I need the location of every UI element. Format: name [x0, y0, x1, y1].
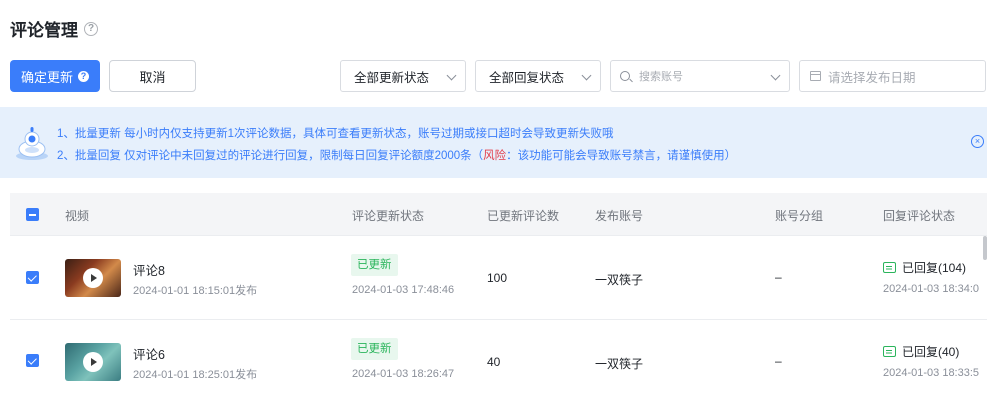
risk-label: 风险 — [483, 150, 507, 162]
reply-status: 已回复(40) — [883, 343, 959, 360]
account-name: 一双筷子 — [595, 273, 644, 287]
notice-banner: 1、批量更新 每小时内仅支持更新1次评论数据，具体可查看更新状态，账号过期或接口… — [0, 107, 987, 178]
notice-line-2: 2、批量回复 仅对评论中未回复过的评论进行回复，限制每日回复评论额度2000条（… — [57, 147, 736, 163]
reply-status-text: 已回复(104) — [902, 261, 967, 275]
chevron-down-icon — [770, 70, 781, 81]
close-icon[interactable]: × — [971, 135, 984, 148]
account-search-placeholder: 搜索账号 — [639, 71, 683, 83]
reply-status-value: 全部回复状态 — [489, 70, 565, 85]
account-search-select[interactable]: 搜索账号 — [610, 60, 790, 92]
reply-time: 2024-01-03 18:33:5 — [883, 367, 980, 379]
chevron-down-icon — [581, 70, 592, 81]
notice-line-1: 1、批量更新 每小时内仅支持更新1次评论数据，具体可查看更新状态，账号过期或接口… — [57, 128, 614, 140]
comments-table: 视频 评论更新状态 已更新评论数 发布账号 账号分组 回复评论状态 评论8 20… — [10, 193, 987, 381]
confirm-update-button[interactable]: 确定更新 ? — [10, 60, 100, 92]
col-account: 发布账号 — [595, 209, 644, 223]
robot-icon — [16, 127, 48, 160]
help-icon[interactable]: ? — [84, 21, 98, 36]
updated-count: 40 — [487, 355, 501, 369]
scrollbar[interactable] — [983, 236, 987, 260]
updated-count: 100 — [487, 271, 508, 285]
update-status-value: 全部更新状态 — [354, 70, 430, 85]
account-group: – — [775, 354, 782, 368]
table-row[interactable]: 评论8 2024-01-01 18:15:01发布 已更新 2024-01-03… — [10, 236, 987, 320]
date-placeholder: 请选择发布日期 — [828, 70, 916, 85]
reply-time: 2024-01-03 18:34:0 — [883, 283, 980, 295]
update-time: 2024-01-03 18:26:47 — [352, 368, 455, 380]
confirm-update-label: 确定更新 — [20, 69, 73, 85]
col-group: 账号分组 — [775, 209, 824, 223]
calendar-icon — [810, 71, 821, 81]
reply-status-select[interactable]: 全部回复状态 — [475, 60, 601, 92]
row-checkbox[interactable] — [26, 354, 39, 367]
update-time: 2024-01-03 17:48:46 — [352, 284, 455, 296]
col-reply-status: 回复评论状态 — [883, 209, 956, 223]
comment-icon — [883, 262, 896, 273]
col-video: 视频 — [65, 209, 90, 223]
search-icon — [620, 71, 630, 81]
table-row[interactable]: 评论6 2024-01-01 18:25:01发布 已更新 2024-01-03… — [10, 320, 987, 395]
publish-date: 2024-01-01 18:15:01发布 — [133, 285, 258, 297]
video-thumbnail[interactable] — [65, 259, 121, 297]
row-checkbox[interactable] — [26, 271, 39, 284]
status-badge: 已更新 — [351, 254, 398, 276]
page-title-text: 评论管理 — [10, 21, 78, 40]
col-update-status: 评论更新状态 — [352, 209, 425, 223]
table-header: 视频 评论更新状态 已更新评论数 发布账号 账号分组 回复评论状态 — [10, 193, 987, 236]
play-icon[interactable] — [83, 352, 103, 372]
reply-status-text: 已回复(40) — [902, 345, 960, 359]
cancel-button[interactable]: 取消 — [109, 60, 196, 92]
publish-date-picker[interactable]: 请选择发布日期 — [799, 60, 986, 92]
publish-date: 2024-01-01 18:25:01发布 — [133, 369, 258, 381]
account-name: 一双筷子 — [595, 357, 644, 371]
reply-status: 已回复(104) — [883, 259, 966, 276]
chevron-down-icon — [446, 70, 457, 81]
video-title: 评论8 — [133, 264, 165, 278]
notice-line-2-prefix: 2、批量回复 仅对评论中未回复过的评论进行回复，限制每日回复评论额度2000条（ — [57, 150, 484, 162]
video-title: 评论6 — [133, 348, 165, 362]
notice-line-2-suffix: ：该功能可能会导致账号禁言，请谨慎使用） — [506, 150, 737, 162]
status-badge: 已更新 — [351, 338, 398, 360]
account-group: – — [775, 270, 782, 284]
play-icon[interactable] — [83, 268, 103, 288]
update-status-select[interactable]: 全部更新状态 — [340, 60, 466, 92]
col-updated-count: 已更新评论数 — [487, 209, 560, 223]
select-all-checkbox[interactable] — [26, 208, 39, 221]
question-icon[interactable]: ? — [78, 70, 89, 82]
page-title: 评论管理 ? — [10, 16, 98, 41]
video-thumbnail[interactable] — [65, 343, 121, 381]
comment-icon — [883, 346, 896, 357]
